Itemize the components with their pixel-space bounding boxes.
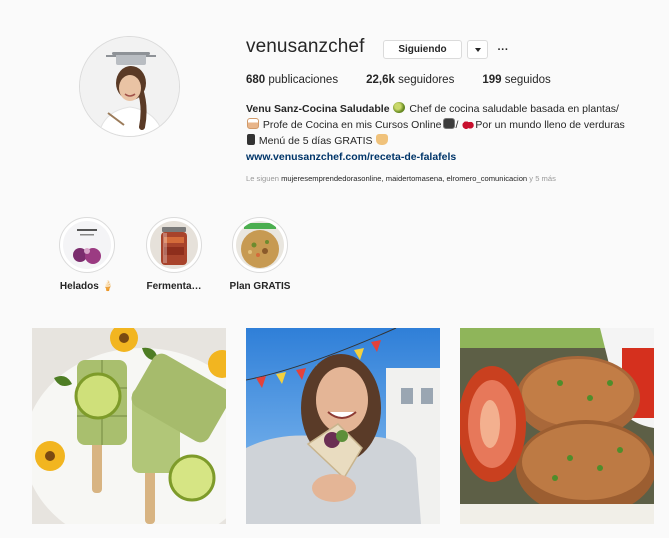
veggie-burgers-photo-icon (460, 328, 654, 524)
highlight-label: Helados 🍦 (59, 281, 115, 292)
suggestions-dropdown-button[interactable] (467, 40, 488, 59)
woman-eating-wrap-photo-icon (246, 328, 440, 524)
followed-by-prefix: Le siguen (246, 174, 279, 183)
stat-posts: 680 publicaciones (246, 74, 338, 86)
following-count: 199 (482, 74, 502, 86)
followers-label: seguidores (398, 74, 455, 86)
food-bowl-photo-icon (236, 221, 284, 269)
post-green-popsicles[interactable] (32, 328, 226, 524)
cook-emoji-icon (247, 118, 259, 129)
highlight-plan-gratis[interactable]: Plan GRATIS (226, 217, 294, 292)
profile-stats: 680 publicaciones 22,6k seguidores 199 s… (246, 74, 579, 86)
bio-full-name: Venu Sanz-Cocina Saludable (246, 103, 390, 115)
avocado-emoji-icon (393, 102, 406, 113)
profile-username: venusanzchef (246, 36, 365, 57)
posts-count: 680 (246, 74, 266, 86)
highlight-fermentados[interactable]: Fermenta… (140, 217, 208, 292)
bio-line-2: Profe de Cocina en mis Cursos Online / Po… (246, 117, 661, 133)
followers-count: 22,6k (366, 74, 395, 86)
ice-cream-photo-icon (63, 221, 111, 269)
cherry-emoji-icon (462, 118, 475, 129)
bio-website-link[interactable]: www.venusanzchef.com/receta-de-falafels (246, 151, 456, 163)
highlight-ring[interactable] (232, 217, 288, 273)
highlight-label: Plan GRATIS (229, 281, 291, 292)
bio-text-2b: / (455, 119, 459, 131)
more-options-icon[interactable]: ··· (496, 40, 510, 59)
following-button[interactable]: Siguiendo (383, 40, 462, 59)
highlight-helados[interactable]: Helados 🍦 (53, 217, 121, 292)
bio-line-3: Menú de 5 días GRATIS (246, 133, 661, 149)
bio-text-2a: Profe de Cocina en mis Cursos Online (262, 119, 442, 131)
highlight-ring[interactable] (146, 217, 202, 273)
chevron-down-icon (474, 47, 481, 52)
green-popsicles-photo-icon (32, 328, 226, 524)
computer-emoji-icon (442, 118, 455, 129)
bio-text-3: Menú de 5 días GRATIS (258, 135, 373, 147)
following-label: seguidos (504, 74, 551, 86)
highlight-label: Fermenta… (146, 281, 202, 292)
post-woman-eating-wrap[interactable] (246, 328, 440, 524)
stat-followers[interactable]: 22,6k seguidores (366, 74, 454, 86)
followed-by-suffix: y 5 más (529, 174, 556, 183)
bio-text-1: Chef de cocina saludable basada en plant… (409, 103, 619, 115)
highlight-ring[interactable] (59, 217, 115, 273)
fermented-jar-photo-icon (150, 221, 198, 269)
phone-emoji-icon (247, 134, 255, 145)
bio-line-4: www.venusanzchef.com/receta-de-falafels (246, 149, 661, 165)
profile-avatar[interactable] (79, 36, 180, 137)
followed-by[interactable]: Le siguen mujeresemprendedorasonline, ma… (246, 174, 556, 183)
posts-label: publicaciones (268, 74, 339, 86)
pointing-down-emoji-icon (376, 134, 389, 145)
profile-bio: Venu Sanz-Cocina Saludable Chef de cocin… (246, 101, 661, 165)
post-veggie-burgers[interactable] (460, 328, 654, 524)
followed-by-accounts: mujeresemprendedorasonline, maidertomase… (281, 174, 528, 183)
bio-line-1: Venu Sanz-Cocina Saludable Chef de cocin… (246, 101, 661, 117)
bio-text-2c: Por un mundo lleno de verduras (475, 119, 625, 131)
stat-following[interactable]: 199 seguidos (482, 74, 550, 86)
